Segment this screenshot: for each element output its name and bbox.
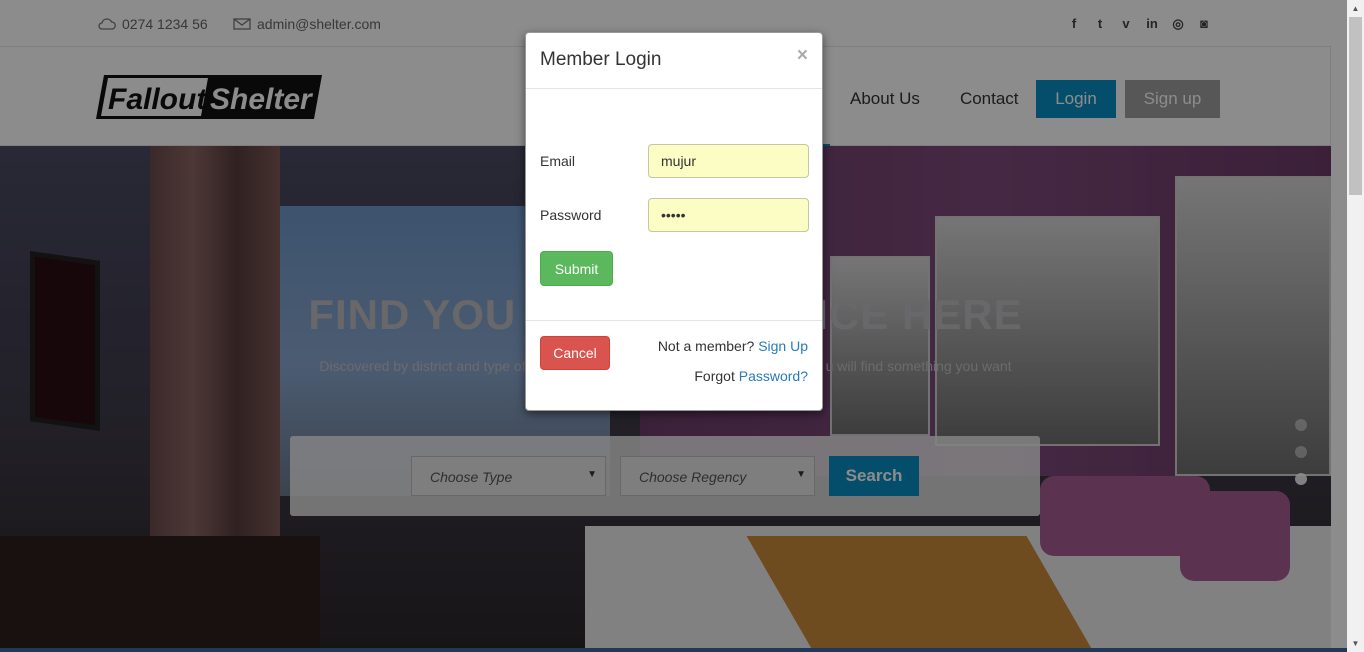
vertical-scrollbar[interactable]: ▲ ▼	[1347, 0, 1364, 652]
email-label: Email	[540, 153, 576, 169]
modal-body: Email Password Submit	[526, 89, 822, 321]
modal-header: Member Login ×	[526, 33, 822, 89]
modal-title: Member Login	[540, 49, 662, 70]
not-member-line: Not a member? Sign Up	[658, 338, 808, 354]
scroll-thumb[interactable]	[1349, 17, 1362, 195]
scroll-up-icon[interactable]: ▲	[1347, 0, 1364, 17]
password-field[interactable]	[648, 198, 809, 232]
close-icon[interactable]: ×	[797, 45, 808, 67]
forgot-password-line: Forgot Password?	[694, 368, 808, 384]
modal-footer: Cancel Not a member? Sign Up Forgot Pass…	[526, 321, 822, 411]
submit-button[interactable]: Submit	[540, 251, 613, 286]
forgot-password-link[interactable]: Password?	[739, 368, 808, 384]
cancel-button[interactable]: Cancel	[540, 336, 610, 370]
bottom-strip	[0, 648, 1347, 652]
email-field[interactable]	[648, 144, 809, 178]
login-modal: Member Login × Email Password Submit Can…	[525, 32, 823, 411]
forgot-text: Forgot	[694, 368, 735, 384]
password-label: Password	[540, 207, 602, 223]
signup-link[interactable]: Sign Up	[758, 338, 808, 354]
not-member-text: Not a member?	[657, 338, 755, 354]
scroll-down-icon[interactable]: ▼	[1347, 635, 1364, 652]
